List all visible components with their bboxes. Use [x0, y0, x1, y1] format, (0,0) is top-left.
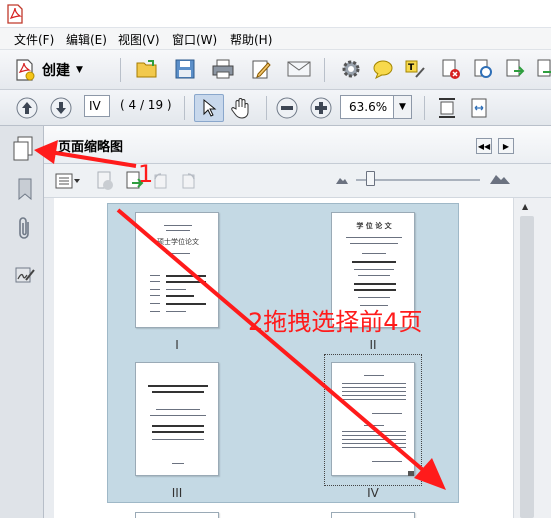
annotation-arrow-1: [49, 150, 137, 168]
annotation-arrowhead-1: [34, 140, 58, 164]
annotation-arrowhead-2: [414, 458, 446, 490]
annotation-arrow-2: [116, 208, 432, 478]
annotation-overlay: [34, 140, 446, 490]
annotation-step-1: 1: [138, 160, 154, 188]
annotation-step-2: 2拖拽选择前4页: [248, 308, 423, 336]
